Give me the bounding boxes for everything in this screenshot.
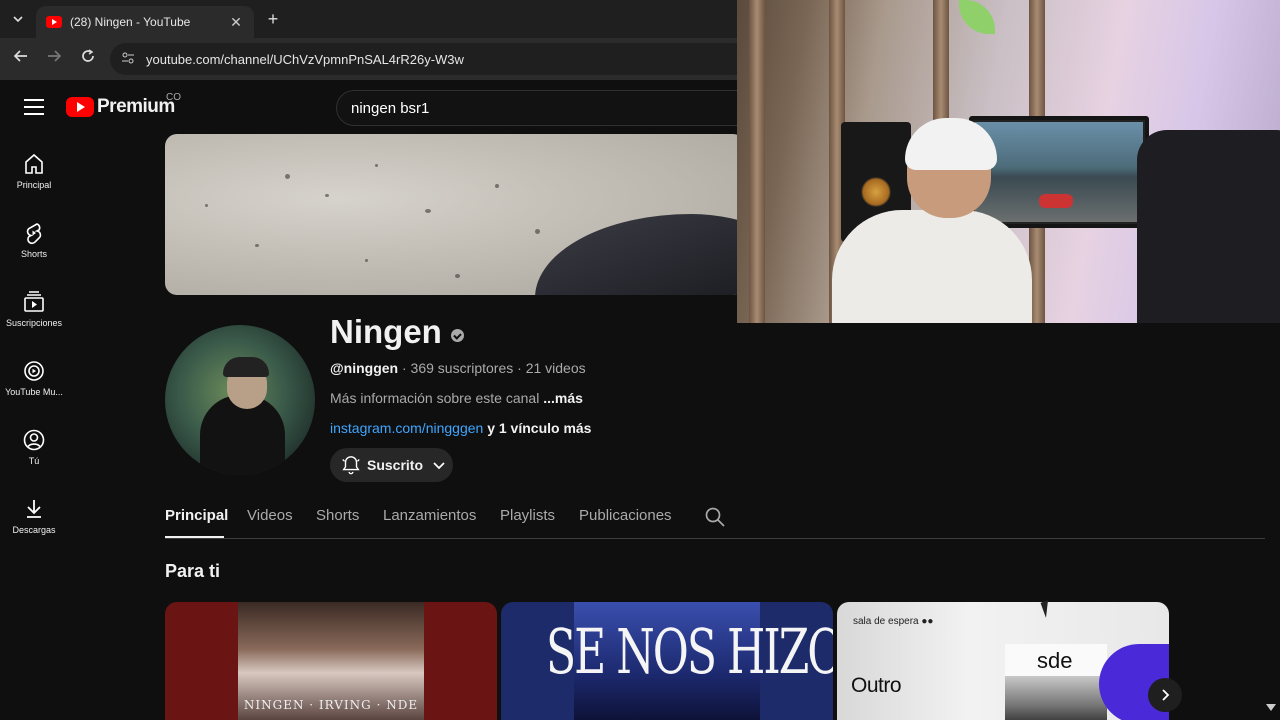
banner-fabric (535, 214, 745, 295)
video-thumbnail[interactable]: sala de espera ●● Outro sde (837, 602, 1169, 720)
subscriptions-icon (24, 291, 44, 312)
section-title: Para ti (165, 561, 221, 581)
subscribed-label: Suscrito (367, 457, 424, 473)
arrow-left-icon (13, 50, 27, 62)
video-thumbnail[interactable]: SE NOS HIZO TARDE (501, 602, 833, 720)
thumbnail-art-text: SE NOS HIZO TARDE (546, 617, 833, 689)
thumbnail-tag: sala de espera ●● (853, 616, 934, 627)
channel-links: instagram.com/ningggen y 1 vínculo más (330, 420, 591, 436)
close-tab-button[interactable]: ✕ (228, 14, 244, 31)
guide-label: YouTube Mu... (5, 387, 63, 397)
shorts-icon (26, 223, 42, 245)
browser-tab-title: (28) Ningen - YouTube (70, 15, 191, 29)
youtube-premium-logo[interactable]: Premium CO (66, 92, 181, 118)
guide-item-tu[interactable]: Tú (0, 412, 68, 474)
forward-button[interactable] (43, 48, 65, 70)
guide-label: Principal (16, 180, 52, 190)
guide-item-descargas[interactable]: Descargas (0, 481, 68, 543)
site-settings-icon[interactable] (120, 51, 136, 67)
guide-item-suscripciones[interactable]: Suscripciones (0, 274, 68, 336)
guide-label: Shorts (20, 249, 47, 259)
channel-banner (165, 134, 745, 295)
you-icon (23, 429, 45, 451)
tab-publicaciones[interactable]: Publicaciones (579, 507, 672, 524)
extra-links[interactable]: y 1 vínculo más (483, 420, 591, 436)
guide-label: Suscripciones (5, 318, 63, 328)
more-link[interactable]: ...más (543, 390, 583, 406)
description-text: Más información sobre este canal (330, 390, 544, 406)
home-icon (25, 153, 43, 174)
chevron-down-icon (13, 16, 23, 23)
game-monitor (969, 116, 1149, 228)
country-code: CO (166, 92, 181, 103)
chevron-right-icon (1162, 689, 1170, 701)
channel-description[interactable]: Más información sobre este canal ...más (330, 390, 583, 406)
tab-search-menu-button[interactable] (6, 8, 30, 30)
youtube-play-icon (66, 97, 94, 117)
reload-button[interactable] (77, 48, 99, 70)
tab-videos[interactable]: Videos (247, 507, 293, 524)
guide-label: Descargas (12, 525, 56, 535)
streamer-body (832, 210, 1032, 323)
search-input[interactable]: ningen bsr1 (336, 90, 756, 126)
gaming-chair (1137, 130, 1280, 323)
youtube-music-icon (24, 361, 44, 381)
channel-handle: @ninggen (330, 360, 399, 376)
thumbnail-caption: NINGEN · IRVING · NDE (243, 698, 419, 712)
address-bar-url: youtube.com/channel/UChVzVpmnPnSAL4rR26y… (146, 51, 464, 67)
channel-name-text: Ningen (330, 313, 442, 350)
menu-icon[interactable] (24, 99, 44, 115)
video-thumbnail[interactable]: NINGEN · IRVING · NDE (165, 602, 497, 720)
address-bar[interactable]: youtube.com/channel/UChVzVpmnPnSAL4rR26y… (110, 43, 750, 75)
logo-word: Premium (97, 96, 175, 117)
channel-avatar[interactable] (165, 325, 315, 475)
bell-icon (342, 456, 360, 475)
webcam-overlay (737, 0, 1280, 323)
tab-playlists[interactable]: Playlists (500, 507, 555, 524)
album-cover: sde (1005, 644, 1107, 720)
youtube-favicon-icon (46, 16, 62, 28)
tab-principal[interactable]: Principal (165, 507, 228, 524)
tab-lanzamientos[interactable]: Lanzamientos (383, 507, 476, 524)
channel-tabs: Principal Videos Shorts Lanzamientos Pla… (165, 497, 1265, 539)
active-tab-underline (165, 536, 224, 538)
back-button[interactable] (10, 48, 32, 70)
channel-meta: @ninggen · 369 suscriptores · 21 videos (330, 360, 586, 376)
tab-shorts[interactable]: Shorts (316, 507, 359, 524)
channel-name: Ningen (330, 313, 464, 351)
thumbnail-title: Outro (851, 674, 902, 697)
channel-stats: · 369 suscriptores · 21 videos (398, 360, 586, 376)
reload-icon (82, 49, 94, 62)
chevron-down-icon (433, 462, 445, 470)
album-cover-text: sde (1037, 648, 1073, 673)
guide-item-principal[interactable]: Principal (0, 136, 68, 198)
subscribed-button[interactable]: Suscrito (330, 448, 453, 482)
arrow-right-icon (48, 50, 62, 62)
guide-item-youtube-music[interactable]: YouTube Mu... (0, 343, 68, 405)
browser-tab-youtube[interactable]: (28) Ningen - YouTube ✕ (36, 6, 254, 38)
plant-leaf (959, 0, 995, 34)
next-videos-button[interactable] (1148, 678, 1182, 712)
scroll-down-arrow[interactable] (1266, 704, 1276, 711)
instagram-link[interactable]: instagram.com/ningggen (330, 420, 483, 436)
search-icon[interactable] (703, 505, 727, 529)
guide-item-shorts[interactable]: Shorts (0, 205, 68, 267)
downloads-icon (27, 500, 41, 518)
guide-label: Tú (28, 456, 40, 466)
new-tab-button[interactable]: + (262, 8, 284, 30)
verified-icon (450, 328, 464, 342)
